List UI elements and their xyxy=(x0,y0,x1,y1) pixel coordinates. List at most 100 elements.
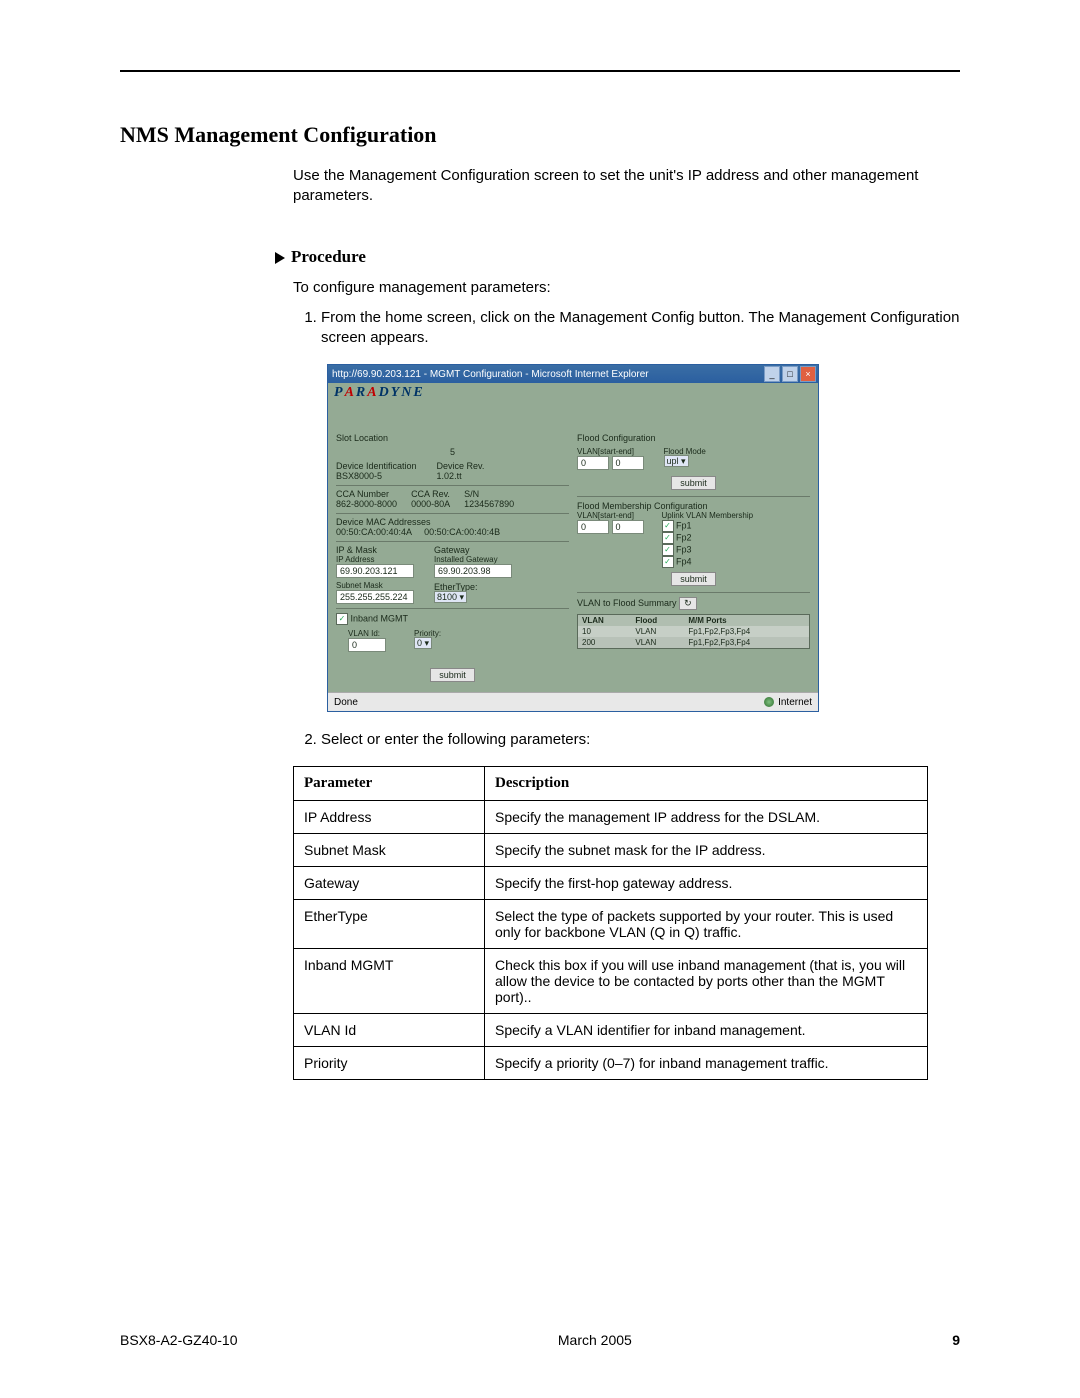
procedure-intro: To configure management parameters: xyxy=(293,279,960,296)
fp1-checkbox[interactable]: ✓ xyxy=(662,520,674,532)
ip-mask-label: IP & Mask xyxy=(336,545,414,555)
vlan-start-input-2[interactable]: 0 xyxy=(577,520,609,534)
cca-rev-value: 0000-80A xyxy=(411,499,450,509)
submit-button[interactable]: submit xyxy=(671,476,716,490)
table-row: IP AddressSpecify the management IP addr… xyxy=(294,801,928,834)
footer-date: March 2005 xyxy=(558,1332,632,1348)
vlan-end-input[interactable]: 0 xyxy=(612,456,644,470)
ip-address-input[interactable]: 69.90.203.121 xyxy=(336,564,414,578)
internet-icon xyxy=(764,697,774,707)
param-name: Inband MGMT xyxy=(294,949,485,1014)
footer-page: 9 xyxy=(952,1332,960,1348)
slot-location-value: 5 xyxy=(336,447,569,457)
flood-config-label: Flood Configuration xyxy=(577,433,810,443)
param-name: VLAN Id xyxy=(294,1014,485,1047)
ip-addr-label: IP Address xyxy=(336,555,414,564)
procedure-heading: Procedure xyxy=(275,247,960,267)
priority-select[interactable]: 0 ▾ xyxy=(414,637,432,649)
cca-number-label: CCA Number xyxy=(336,489,397,499)
flood-mode-select[interactable]: upl ▾ xyxy=(664,455,689,467)
triangle-icon xyxy=(275,252,285,264)
flood-summary-label: VLAN to Flood Summary xyxy=(577,598,677,608)
device-rev-value: 1.02.tt xyxy=(437,471,485,481)
table-row: PrioritySpecify a priority (0–7) for inb… xyxy=(294,1047,928,1080)
vlan-range-label: VLAN[start-end] xyxy=(577,447,644,456)
th-parameter: Parameter xyxy=(294,767,485,801)
subnet-label: Subnet Mask xyxy=(336,581,414,590)
mgmt-config-screenshot: http://69.90.203.121 - MGMT Configuratio… xyxy=(327,364,960,712)
col-vlan: VLAN xyxy=(578,615,632,627)
param-name: Priority xyxy=(294,1047,485,1080)
vlan-range-label-2: VLAN[start-end] xyxy=(577,511,644,520)
fp4-label: Fp4 xyxy=(676,556,692,566)
param-desc: Specify the first-hop gateway address. xyxy=(485,867,928,900)
refresh-icon[interactable]: ↻ xyxy=(679,597,697,610)
cca-rev-label: CCA Rev. xyxy=(411,489,450,499)
vlan-start-input[interactable]: 0 xyxy=(577,456,609,470)
table-row: 200 VLAN Fp1,Fp2,Fp3,Fp4 xyxy=(578,637,810,649)
procedure-label: Procedure xyxy=(291,247,366,266)
sn-label: S/N xyxy=(464,489,514,499)
param-name: Subnet Mask xyxy=(294,834,485,867)
brand-logo: PARADYNE xyxy=(328,383,818,403)
device-ident-value: BSX8000-5 xyxy=(336,471,417,481)
subnet-input[interactable]: 255.255.255.224 xyxy=(336,590,414,604)
mac-label: Device MAC Addresses xyxy=(336,517,569,527)
fp3-label: Fp3 xyxy=(676,544,692,554)
table-row: Subnet MaskSpecify the subnet mask for t… xyxy=(294,834,928,867)
vlan-id-label: VLAN Id: xyxy=(348,629,386,638)
table-row: Inband MGMTCheck this box if you will us… xyxy=(294,949,928,1014)
param-desc: Check this box if you will use inband ma… xyxy=(485,949,928,1014)
fp4-checkbox[interactable]: ✓ xyxy=(662,556,674,568)
window-title: http://69.90.203.121 - MGMT Configuratio… xyxy=(332,369,764,380)
fp3-checkbox[interactable]: ✓ xyxy=(662,544,674,556)
vlan-end-input-2[interactable]: 0 xyxy=(612,520,644,534)
param-desc: Specify the subnet mask for the IP addre… xyxy=(485,834,928,867)
flood-membership-label: Flood Membership Configuration xyxy=(577,501,810,511)
minimize-icon[interactable]: _ xyxy=(764,366,780,382)
intro-text: Use the Management Configuration screen … xyxy=(293,166,960,207)
param-name: EtherType xyxy=(294,900,485,949)
gateway-label: Gateway xyxy=(434,545,512,555)
cca-number-value: 862-8000-8000 xyxy=(336,499,397,509)
table-row: 10 VLAN Fp1,Fp2,Fp3,Fp4 xyxy=(578,626,810,637)
param-name: Gateway xyxy=(294,867,485,900)
th-description: Description xyxy=(485,767,928,801)
parameter-table: Parameter Description IP AddressSpecify … xyxy=(293,766,928,1080)
uplink-label: Uplink VLAN Membership xyxy=(662,511,754,520)
table-row: VLAN IdSpecify a VLAN identifier for inb… xyxy=(294,1014,928,1047)
device-rev-label: Device Rev. xyxy=(437,461,485,471)
footer-docid: BSX8-A2-GZ40-10 xyxy=(120,1332,238,1348)
ethertype-select[interactable]: 8100 ▾ xyxy=(434,591,467,603)
fp2-checkbox[interactable]: ✓ xyxy=(662,532,674,544)
table-row: EtherTypeSelect the type of packets supp… xyxy=(294,900,928,949)
step-1: From the home screen, click on the Manag… xyxy=(321,308,960,349)
mac-b: 00:50:CA:00:40:4B xyxy=(424,527,500,537)
step-2: Select or enter the following parameters… xyxy=(321,730,960,750)
submit-button[interactable]: submit xyxy=(671,572,716,586)
param-desc: Specify a priority (0–7) for inband mana… xyxy=(485,1047,928,1080)
vlan-id-input[interactable]: 0 xyxy=(348,638,386,652)
installed-gateway-label: Installed Gateway xyxy=(434,555,512,564)
param-desc: Specify a VLAN identifier for inband man… xyxy=(485,1014,928,1047)
close-icon[interactable]: × xyxy=(800,366,816,382)
col-flood: Flood xyxy=(631,615,684,627)
fp2-label: Fp2 xyxy=(676,532,692,542)
param-desc: Specify the management IP address for th… xyxy=(485,801,928,834)
status-internet: Internet xyxy=(778,697,812,708)
submit-button[interactable]: submit xyxy=(430,668,475,682)
sn-value: 1234567890 xyxy=(464,499,514,509)
col-ports: M/M Ports xyxy=(684,615,809,627)
param-name: IP Address xyxy=(294,801,485,834)
maximize-icon[interactable]: □ xyxy=(782,366,798,382)
section-title: NMS Management Configuration xyxy=(120,122,960,148)
flood-summary-table: VLAN Flood M/M Ports 10 VLAN Fp1,Fp xyxy=(577,614,810,649)
gateway-input[interactable]: 69.90.203.98 xyxy=(434,564,512,578)
table-row: GatewaySpecify the first-hop gateway add… xyxy=(294,867,928,900)
param-desc: Select the type of packets supported by … xyxy=(485,900,928,949)
inband-label: Inband MGMT xyxy=(351,613,409,623)
mac-a: 00:50:CA:00:40:4A xyxy=(336,527,412,537)
inband-checkbox[interactable]: ✓ xyxy=(336,613,348,625)
device-ident-label: Device Identification xyxy=(336,461,417,471)
fp1-label: Fp1 xyxy=(676,520,692,530)
